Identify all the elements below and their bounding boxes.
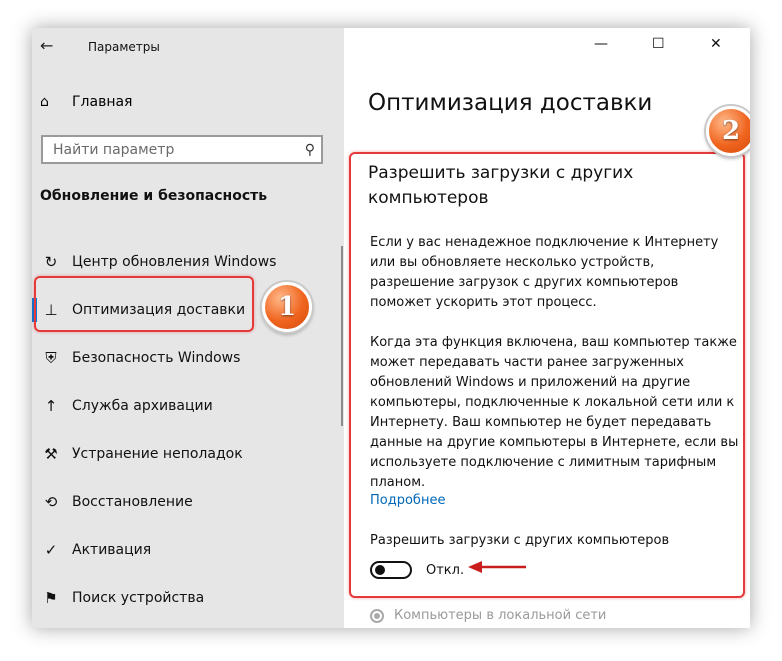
toggle-knob — [375, 565, 385, 575]
checkmark-circle-icon: ✓ — [44, 541, 58, 559]
sidebar-item-label: Поиск устройства — [72, 590, 205, 606]
toggle-label: Разрешить загрузки с других компьютеров — [370, 533, 670, 548]
sidebar-item-label: Устранение неполадок — [72, 446, 243, 462]
learn-more-link[interactable]: Подробнее — [370, 493, 445, 508]
radio-button[interactable] — [370, 608, 384, 623]
description-paragraph-1: Если у вас ненадежное подключение к Инте… — [370, 235, 719, 310]
sidebar-item-label: Безопасность Windows — [72, 350, 241, 366]
page-title: Оптимизация доставки — [368, 90, 653, 116]
sidebar-item-label: Активация — [72, 542, 152, 558]
sidebar-item-recovery[interactable]: ⟲ Восстановление — [40, 478, 340, 526]
radio-local-network[interactable]: Компьютеры в локальной сети — [370, 608, 606, 623]
sidebar-item-windows-security[interactable]: ⛨ Безопасность Windows — [40, 334, 340, 382]
search-icon[interactable]: ⚲ — [305, 142, 315, 158]
step-badge-1: 1 — [262, 282, 312, 332]
section-heading: Разрешить загрузки с других компьютеров — [368, 163, 634, 208]
red-arrow-icon — [468, 561, 526, 573]
toggle-state-text: Откл. — [426, 563, 465, 578]
highlight-box-1 — [34, 276, 254, 332]
minimize-icon[interactable]: — — [594, 36, 608, 52]
sidebar-item-label: Служба архивации — [72, 398, 213, 414]
back-arrow-icon[interactable]: ← — [40, 36, 53, 55]
allow-downloads-toggle[interactable] — [370, 561, 412, 579]
sidebar-item-label: Центр обновления Windows — [72, 254, 277, 270]
recovery-icon: ⟲ — [44, 493, 58, 511]
window-title: Параметры — [88, 40, 160, 54]
step-badge-2: 2 — [706, 106, 750, 156]
sidebar-item-troubleshoot[interactable]: ⚒ Устранение неполадок — [40, 430, 340, 478]
sidebar-item-find-device[interactable]: ⚑ Поиск устройства — [40, 574, 340, 622]
sidebar-scrollbar[interactable] — [341, 246, 343, 426]
section-title: Обновление и безопасность — [40, 188, 268, 204]
maximize-icon[interactable]: ☐ — [652, 36, 665, 52]
shield-icon: ⛨ — [45, 349, 57, 367]
find-device-icon: ⚑ — [44, 589, 58, 607]
backup-arrow-icon: ↑ — [44, 397, 58, 415]
description-paragraph-2: Когда эта функция включена, ваш компьюте… — [370, 335, 739, 490]
refresh-icon: ↻ — [44, 253, 58, 271]
search-input[interactable]: Найти параметр ⚲ — [41, 135, 323, 164]
home-label: Главная — [72, 94, 133, 110]
main-content: — ☐ ✕ Оптимизация доставки 2 Разрешить з… — [344, 28, 750, 628]
close-icon[interactable]: ✕ — [710, 36, 722, 52]
radio-label: Компьютеры в локальной сети — [394, 608, 607, 623]
search-placeholder: Найти параметр — [53, 141, 175, 158]
wrench-icon: ⚒ — [44, 445, 58, 463]
home-nav-item[interactable]: ⌂ Главная — [40, 94, 132, 110]
sidebar-item-activation[interactable]: ✓ Активация — [40, 526, 340, 574]
home-icon: ⌂ — [40, 94, 49, 110]
sidebar-item-label: Восстановление — [72, 494, 193, 510]
sidebar-item-backup[interactable]: ↑ Служба архивации — [40, 382, 340, 430]
sidebar: ← Параметры ⌂ Главная Найти параметр ⚲ О… — [32, 28, 344, 628]
settings-window: ← Параметры ⌂ Главная Найти параметр ⚲ О… — [32, 28, 750, 628]
